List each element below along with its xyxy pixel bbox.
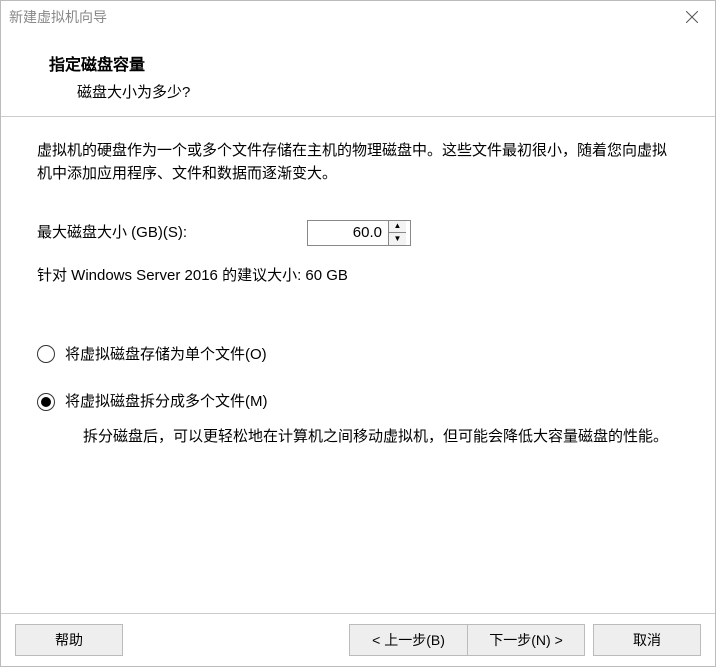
page-title: 指定磁盘容量 — [49, 51, 667, 75]
disk-size-spinner: ▲ ▼ — [307, 220, 411, 246]
spinner-up-button[interactable]: ▲ — [389, 221, 406, 234]
disk-size-label: 最大磁盘大小 (GB)(S): — [37, 221, 307, 244]
back-button[interactable]: < 上一步(B) — [349, 624, 467, 656]
spinner-buttons: ▲ ▼ — [388, 221, 406, 245]
radio-single-file-label: 将虚拟磁盘存储为单个文件(O) — [65, 343, 267, 366]
help-button[interactable]: 帮助 — [15, 624, 123, 656]
radio-icon — [37, 393, 55, 411]
close-icon — [686, 11, 698, 23]
radio-split-files[interactable]: 将虚拟磁盘拆分成多个文件(M) — [37, 390, 679, 413]
wizard-body: 虚拟机的硬盘作为一个或多个文件存储在主机的物理磁盘中。这些文件最初很小，随着您向… — [1, 117, 715, 613]
next-button[interactable]: 下一步(N) > — [467, 624, 585, 656]
radio-icon — [37, 345, 55, 363]
titlebar: 新建虚拟机向导 — [1, 1, 715, 33]
wizard-header: 指定磁盘容量 磁盘大小为多少? — [1, 33, 715, 116]
disk-size-row: 最大磁盘大小 (GB)(S): ▲ ▼ — [37, 220, 679, 246]
spinner-down-button[interactable]: ▼ — [389, 233, 406, 245]
radio-split-files-label: 将虚拟磁盘拆分成多个文件(M) — [65, 390, 268, 413]
suggested-size-text: 针对 Windows Server 2016 的建议大小: 60 GB — [37, 264, 679, 287]
window-title: 新建虚拟机向导 — [9, 7, 669, 27]
wizard-window: 新建虚拟机向导 指定磁盘容量 磁盘大小为多少? 虚拟机的硬盘作为一个或多个文件存… — [0, 0, 716, 667]
wizard-footer: 帮助 < 上一步(B) 下一步(N) > 取消 — [1, 613, 715, 666]
close-button[interactable] — [669, 1, 715, 33]
cancel-button[interactable]: 取消 — [593, 624, 701, 656]
radio-single-file[interactable]: 将虚拟磁盘存储为单个文件(O) — [37, 343, 679, 366]
nav-button-pair: < 上一步(B) 下一步(N) > — [349, 624, 585, 656]
disk-size-input[interactable] — [308, 221, 388, 245]
radio-split-files-help: 拆分磁盘后，可以更轻松地在计算机之间移动虚拟机，但可能会降低大容量磁盘的性能。 — [83, 425, 679, 448]
description-text: 虚拟机的硬盘作为一个或多个文件存储在主机的物理磁盘中。这些文件最初很小，随着您向… — [37, 139, 679, 186]
page-subtitle: 磁盘大小为多少? — [49, 81, 667, 102]
